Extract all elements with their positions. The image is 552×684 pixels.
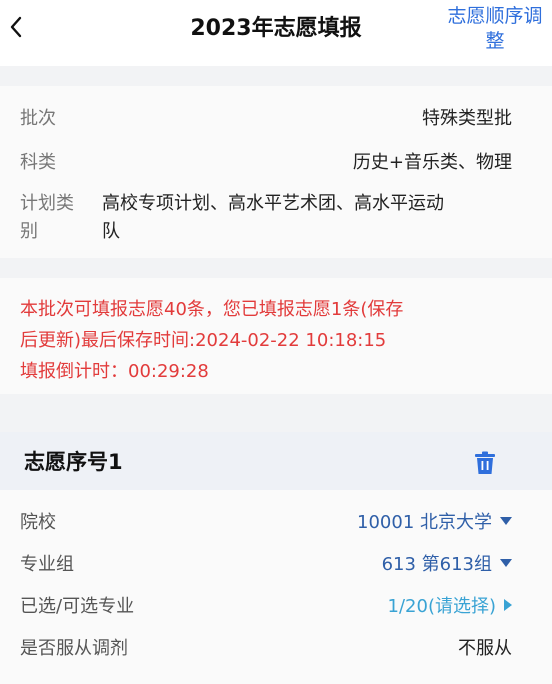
major-group-value: 613 第613组 (381, 554, 492, 575)
plan-type-label: 计划类 别 (20, 190, 90, 246)
choice-card-header: 志愿序号1 (0, 432, 552, 490)
caret-down-icon (500, 559, 512, 567)
school-select[interactable]: 10001 北京大学 (357, 508, 512, 534)
trash-icon (475, 451, 495, 474)
choice-number-title: 志愿序号1 (24, 450, 123, 474)
notice-line-2: 后更新)最后保存时间:2024-02-22 10:18:15 (20, 330, 387, 351)
adjustment-value[interactable]: 不服从 (458, 634, 512, 660)
plan-type-label-line1: 计划类 (20, 193, 74, 214)
subject-value: 历史+音乐类、物理 (352, 152, 512, 173)
plan-type-label-line2: 别 (20, 221, 38, 242)
fill-notice: 本批次可填报志愿40条，您已填报志愿1条(保存 后更新)最后保存时间:2024-… (0, 278, 552, 394)
adjustment-row: 是否服从调剂 不服从 (20, 634, 512, 660)
adjust-order-label-line2: 整 (485, 30, 505, 52)
major-select-label: 已选/可选专业 (20, 596, 135, 617)
batch-row: 批次 特殊类型批 (20, 104, 512, 130)
choice-card-body: 院校 10001 北京大学 专业组 613 第613组 已选/可选专业 1/20… (0, 490, 552, 684)
batch-info-panel: 批次 特殊类型批 科类 历史+音乐类、物理 计划类 别 高校专项计划、高水平艺术… (0, 86, 552, 258)
top-bar: 2023年志愿填报 志愿顺序调 整 (0, 0, 552, 66)
major-select-button[interactable]: 1/20(请选择) (388, 592, 512, 618)
school-label: 院校 (20, 512, 56, 533)
major-group-row: 专业组 613 第613组 (20, 550, 512, 576)
plan-type-value-line1: 高校专项计划、高水平艺术团、高水平运动 (102, 193, 444, 214)
major-select-value: 1/20(请选择) (387, 596, 496, 617)
major-group-label: 专业组 (20, 554, 74, 575)
batch-value: 特殊类型批 (422, 108, 512, 129)
delete-choice-button[interactable] (472, 450, 498, 476)
caret-down-icon (500, 517, 512, 525)
batch-label: 批次 (20, 108, 56, 129)
school-value: 10001 北京大学 (357, 512, 492, 533)
notice-line-1: 本批次可填报志愿40条，您已填报志愿1条(保存 (20, 299, 404, 320)
adjust-order-label-line1: 志愿顺序调 (447, 5, 543, 27)
plan-type-value: 高校专项计划、高水平艺术团、高水平运动 队 (102, 190, 512, 246)
adjust-order-button[interactable]: 志愿顺序调 整 (440, 4, 550, 54)
major-group-select[interactable]: 613 第613组 (382, 550, 512, 576)
subject-row: 科类 历史+音乐类、物理 (20, 148, 512, 174)
school-row: 院校 10001 北京大学 (20, 508, 512, 534)
caret-right-icon (504, 599, 512, 611)
countdown-text: 填报倒计时：00:29:28 (20, 361, 209, 382)
subject-label: 科类 (20, 152, 56, 173)
major-select-row: 已选/可选专业 1/20(请选择) (20, 592, 512, 618)
plan-type-value-line2: 队 (102, 221, 120, 242)
adjustment-label: 是否服从调剂 (20, 638, 128, 659)
